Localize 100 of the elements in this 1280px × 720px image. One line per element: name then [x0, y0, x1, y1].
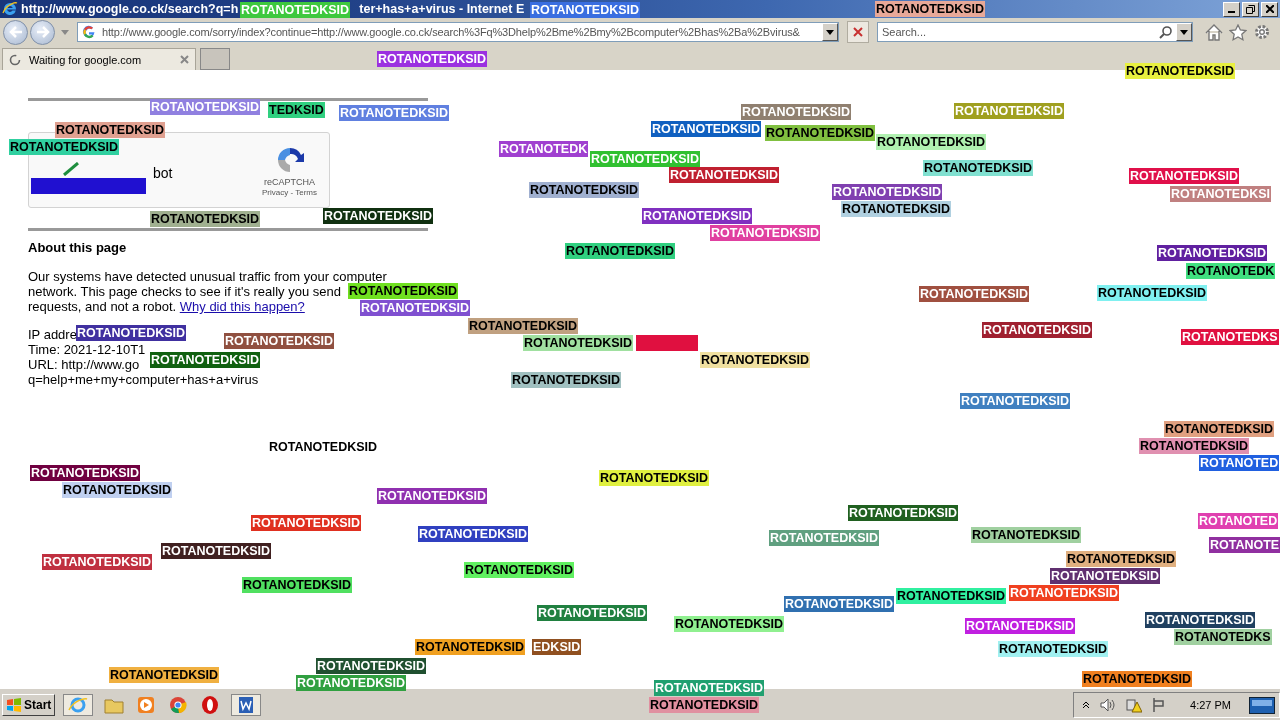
minimize-button[interactable]: [1223, 1, 1240, 17]
overlay-label: ROTANOTEDKSID: [418, 526, 529, 542]
browser-tab[interactable]: Waiting for google.com: [2, 48, 196, 70]
overlay-label: ROTANOTEDKSID: [669, 167, 780, 183]
overlay-label: ROTANOTEDKSID: [9, 139, 120, 155]
overlay-label: ROTANOTEDKSID: [954, 103, 1065, 119]
overlay-label: ROTANOTEDKSID: [1050, 568, 1161, 584]
overlay-label: ROTANOTEDKSID: [468, 318, 579, 334]
volume-icon[interactable]: [1100, 697, 1117, 712]
overlay-label: TEDKSID: [268, 102, 325, 118]
overlay-label: ROTANOTEDKSID: [590, 151, 701, 167]
overlay-label: ROTANOTEDKSID: [296, 675, 407, 691]
overlay-label: ROTANOTEDKSID: [360, 300, 471, 316]
overlay-label: ROTANOTEDKSID: [109, 667, 220, 683]
overlay-label: ROTANOTEDKS: [1174, 629, 1272, 645]
caret-icon: [826, 29, 834, 35]
paragraph-text: requests, and not a robot.: [28, 299, 177, 314]
settings-icon[interactable]: [1253, 23, 1271, 41]
paragraph-text: network. This page checks to see if it's really you send: [28, 284, 341, 299]
recaptcha-brand: reCAPTCHA: [264, 176, 315, 187]
overlay-label: EDKSID: [532, 639, 582, 655]
overlay-label: ROTANOTEDKSID: [982, 322, 1093, 338]
overlay-label: ROTANOTEDKSID: [530, 2, 641, 18]
start-button[interactable]: Start: [2, 693, 56, 716]
overlay-label: ROTANOTEDKSID: [62, 482, 173, 498]
restore-icon: [1246, 4, 1255, 14]
close-tab-icon[interactable]: [180, 55, 189, 64]
caret-icon: [1180, 29, 1188, 35]
word-icon[interactable]: [231, 693, 262, 716]
tray-expand-icon[interactable]: [1082, 700, 1091, 709]
forward-arrow-icon: [35, 26, 50, 38]
overlay-label: ROTANOTED: [1198, 513, 1279, 529]
overlay-label: ROTANOTEDKSID: [599, 470, 710, 486]
back-button[interactable]: [3, 19, 28, 45]
overlay-label: ROTANOTEDKSID: [919, 286, 1030, 302]
detail-text: q=help+me+my+computer+has+a+virus: [28, 372, 259, 387]
star-icon[interactable]: [1229, 23, 1247, 41]
overlay-label: ROTANOTEDKSID: [316, 658, 427, 674]
overlay-label: ROTANOTEDKSID: [1164, 421, 1275, 437]
overlay-label: ROTANOTEDKSID: [741, 104, 852, 120]
overlay-label: ROTANOTEDKSID: [784, 596, 895, 612]
help-link[interactable]: Why did this happen?: [179, 299, 305, 314]
overlay-label: ROTANOTEDKSID: [651, 121, 762, 137]
overlay-label: ROTANOTEDKSID: [710, 225, 821, 241]
overlay-label: ROTANOTEDKSID: [323, 208, 434, 224]
overlay-label: ROTANOTEDKSID: [832, 184, 943, 200]
privacy-terms-text: Privacy - Terms: [262, 187, 317, 197]
search-field[interactable]: Search...: [877, 22, 1193, 42]
overlay-label: ROTANOTEDKSID: [1129, 168, 1240, 184]
page-heading: About this page: [28, 240, 127, 255]
detail-text: Time: 2021-12-10T1: [28, 342, 146, 357]
overlay-label: ROTANOTEDK: [499, 141, 589, 157]
overlay-label: ROTANOTEDKSID: [42, 554, 153, 570]
overlay-label: ROTANOTEDKSID: [923, 160, 1034, 176]
overlay-label: ROTANOTED: [1199, 455, 1280, 471]
overlay-label: ROTANOTEDKSID: [251, 515, 362, 531]
window-title: ter+has+a+virus - Internet E: [359, 2, 525, 16]
loading-spinner-icon: [9, 53, 21, 66]
overlay-label: ROTANOTEDKSID: [841, 201, 952, 217]
overlay-label: ROTANOTEDKSID: [242, 577, 353, 593]
overlay-label: ROTANOTEDKSID: [654, 680, 765, 696]
checkmark-icon[interactable]: [63, 161, 79, 176]
browser-icon[interactable]: [63, 693, 94, 716]
warning-icon[interactable]: [1126, 696, 1143, 713]
overlay-label: ROTANOTEDKSID: [511, 372, 622, 388]
overlay-label: ROTANOTEDKSID: [55, 122, 166, 138]
overlay-label: ROTANOTEDKSID: [224, 333, 335, 349]
network-icon[interactable]: [1152, 696, 1167, 713]
caret-icon[interactable]: [61, 29, 69, 35]
overlay-label: ROTANOTEDKSID: [1125, 63, 1236, 79]
close-icon: [853, 27, 863, 37]
windows-logo-icon: [6, 697, 22, 712]
close-button[interactable]: [1261, 1, 1278, 17]
overlay-label: ROTANOTEDKSID: [1145, 612, 1256, 628]
overlay-label: ROTANOTEDKSID: [965, 618, 1076, 634]
forward-button[interactable]: [30, 19, 55, 45]
checkbox-label: bot: [153, 165, 173, 181]
show-desktop-icon[interactable]: [1249, 694, 1275, 715]
paragraph-text: Our systems have detected unusual traffic from your computer: [28, 269, 387, 284]
address-bar[interactable]: http://www.google.com/sorry/index?continue=http://www.google.co.ck/search%3Fq%3Dhelp%2Bme%2Bmy%2Bcomputer%2Bhas%2Ba%2Bvirus&: [77, 22, 839, 42]
home-icon[interactable]: [1205, 23, 1223, 41]
search-dropdown-button[interactable]: [1176, 23, 1192, 41]
overlay-label: ROTANOTEDKSID: [1139, 438, 1250, 454]
overlay-label: ROTANOTEDKSID: [565, 243, 676, 259]
overlay-label: ROTANOTEDKSID: [150, 99, 261, 115]
clock[interactable]: 4:27 PM: [1190, 698, 1231, 711]
overlay-label: ROTANOTEDKSID: [377, 488, 488, 504]
overlay-label: ROTANOTEDKSID: [1082, 671, 1193, 687]
overlay-label: ROTANOTEDKSID: [150, 352, 261, 368]
overlay-label: ROTANOTEDKSID: [529, 182, 640, 198]
overlay-label: ROTANOTEDKSID: [960, 393, 1071, 409]
overlay-label: ROTANOTEDKSID: [1097, 285, 1208, 301]
google-g-icon: [82, 25, 96, 39]
address-dropdown-button[interactable]: [822, 23, 838, 41]
overlay-label: ROTANOTEDKS: [1181, 329, 1279, 345]
overlay-label: ROTANOTE: [1209, 537, 1280, 553]
overlay-label: ROTANOTEDKSID: [1066, 551, 1177, 567]
stop-button[interactable]: [847, 21, 869, 43]
restore-button[interactable]: [1242, 1, 1259, 17]
window-title: http://www.google.co.ck/search?q=h: [21, 2, 239, 16]
